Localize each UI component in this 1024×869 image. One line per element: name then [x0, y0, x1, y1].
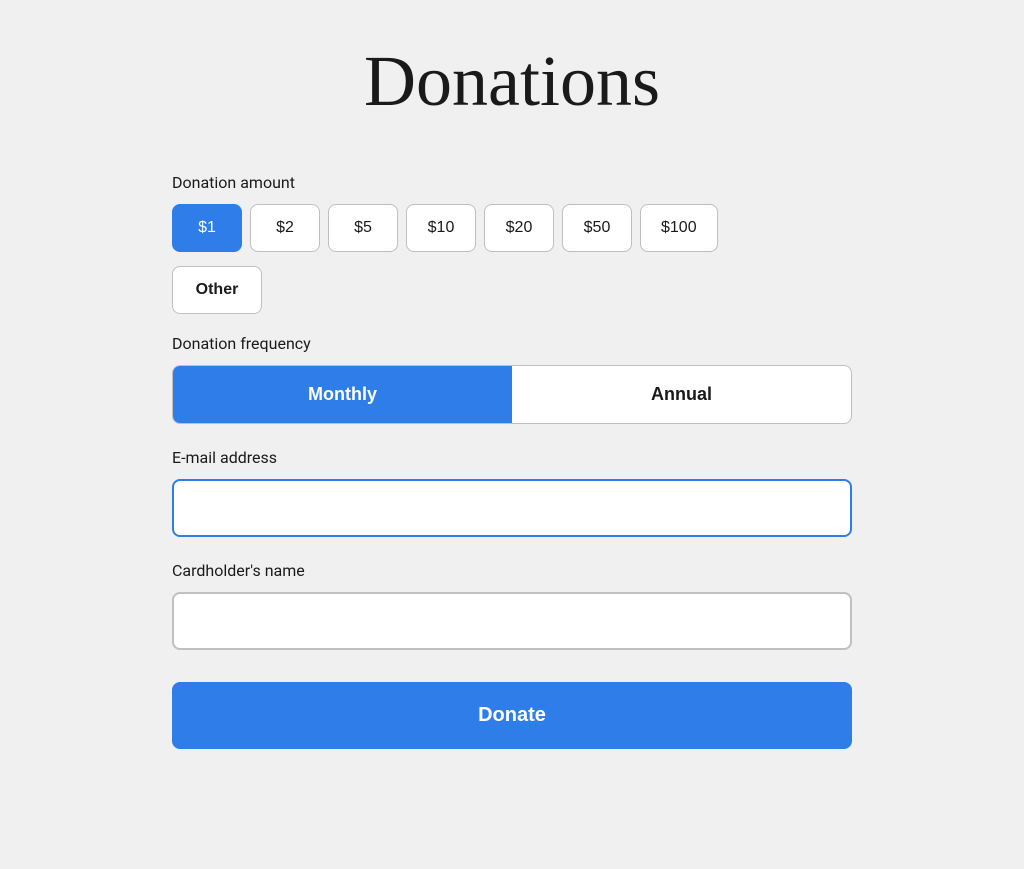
email-section: E-mail address	[172, 448, 852, 537]
cardholder-section: Cardholder's name	[172, 561, 852, 650]
donation-frequency-label: Donation frequency	[172, 334, 852, 353]
amount-btn-2[interactable]: $2	[250, 204, 320, 252]
amount-btn-1[interactable]: $1	[172, 204, 242, 252]
donation-amount-section: Donation amount $1 $2 $5 $10 $20 $50 $10…	[172, 173, 852, 314]
donation-frequency-section: Donation frequency Monthly Annual	[172, 334, 852, 424]
donation-form: Donation amount $1 $2 $5 $10 $20 $50 $10…	[172, 173, 852, 749]
donation-amount-label: Donation amount	[172, 173, 852, 192]
cardholder-input[interactable]	[172, 592, 852, 650]
amount-btn-other[interactable]: Other	[172, 266, 262, 314]
email-label: E-mail address	[172, 448, 852, 467]
freq-btn-annual[interactable]: Annual	[512, 366, 851, 423]
amount-btn-20[interactable]: $20	[484, 204, 554, 252]
freq-btn-monthly[interactable]: Monthly	[173, 366, 512, 423]
amount-btn-50[interactable]: $50	[562, 204, 632, 252]
amount-btn-5[interactable]: $5	[328, 204, 398, 252]
frequency-toggle: Monthly Annual	[172, 365, 852, 424]
cardholder-label: Cardholder's name	[172, 561, 852, 580]
amount-buttons-row: $1 $2 $5 $10 $20 $50 $100	[172, 204, 852, 252]
email-input[interactable]	[172, 479, 852, 537]
amount-btn-100[interactable]: $100	[640, 204, 718, 252]
amount-btn-10[interactable]: $10	[406, 204, 476, 252]
donate-button[interactable]: Donate	[172, 682, 852, 749]
page-title: Donations	[364, 40, 660, 123]
